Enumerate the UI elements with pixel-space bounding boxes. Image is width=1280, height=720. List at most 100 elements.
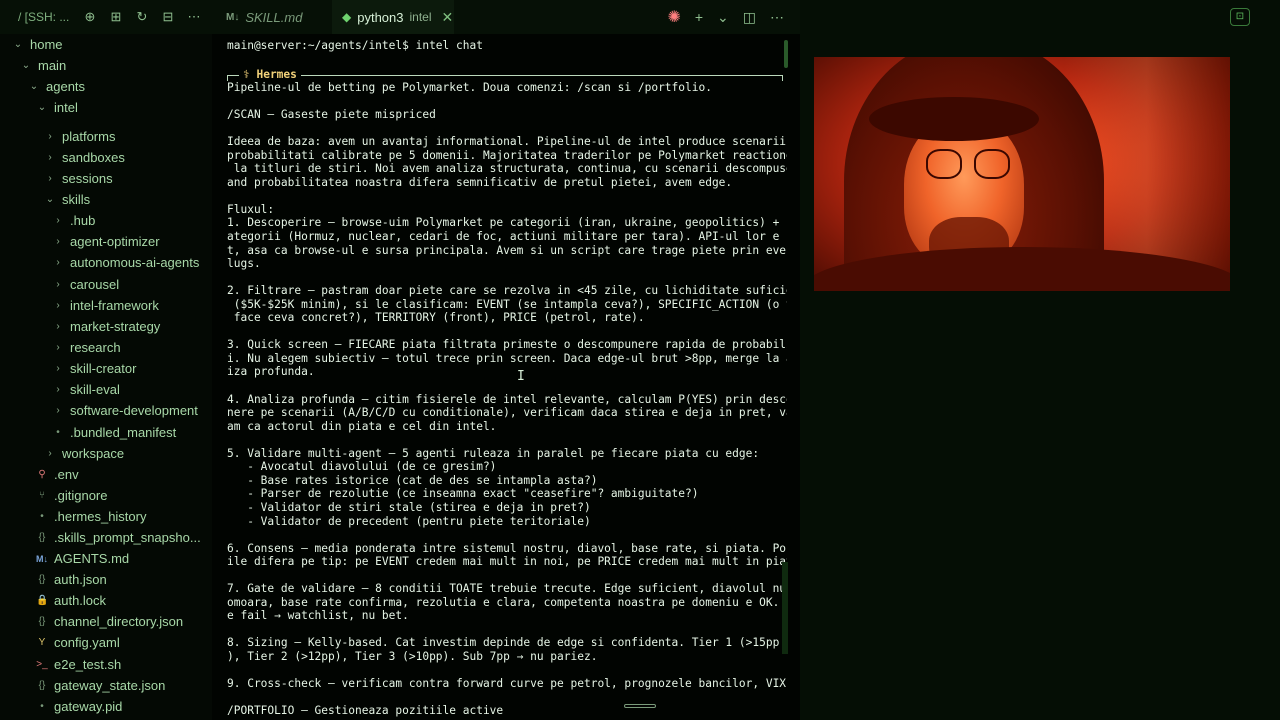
folder-software-development[interactable]: › software-development	[52, 400, 198, 421]
tree-item-label: skill-creator	[70, 361, 137, 376]
tree-item-label: auth.json	[54, 572, 107, 587]
file-bundled-manifest[interactable]: • .bundled_manifest	[52, 422, 176, 443]
scrollbar-thumb[interactable]	[784, 40, 788, 68]
terminal-line: /SCAN — Gaseste piete mispriced	[227, 108, 436, 122]
chevron-right-icon: ›	[56, 342, 60, 353]
folder-intel-framework[interactable]: › intel-framework	[52, 295, 159, 316]
terminal-line: - Base rates istorice (cat de des se int…	[227, 473, 598, 487]
tab-skill-md[interactable]: M↓ SKILL.md	[216, 0, 328, 34]
folder-home[interactable]: ⌄ home	[12, 34, 63, 55]
file-auth-lock[interactable]: 🔒 auth.lock	[36, 590, 106, 611]
file-gateway-state-json[interactable]: {} gateway_state.json	[36, 675, 166, 696]
file-skills-prompt-snapsho[interactable]: {} .skills_prompt_snapsho...	[36, 527, 201, 548]
new-folder-icon[interactable]: ⊞	[108, 9, 124, 25]
terminal-scrollbar[interactable]	[782, 34, 790, 720]
file-gitignore[interactable]: ⑂ .gitignore	[36, 485, 107, 506]
tree-item-label: .bundled_manifest	[70, 425, 177, 440]
terminal-line: - Validator de precedent (pentru piete t…	[227, 514, 591, 528]
chevron-right-icon: ›	[56, 405, 60, 416]
folder-hub[interactable]: › .hub	[52, 210, 95, 231]
terminal-line: ategorii (Hormuz, nuclear, cedari de foc…	[227, 230, 787, 244]
hermes-panel-header: ⚕ Hermes	[227, 68, 783, 82]
file-type-icon: Y	[38, 637, 46, 648]
file-type-icon: M↓	[36, 553, 48, 564]
file-type-icon: {}	[38, 574, 46, 585]
collapse-all-icon[interactable]: ⊟	[160, 9, 176, 25]
folder-main[interactable]: ⌄ main	[20, 55, 66, 76]
terminal-output: Pipeline-ul de betting pe Polymarket. Do…	[227, 81, 787, 718]
chevron-right-icon: ›	[48, 448, 52, 459]
terminal-line: - Parser de rezolutie (ce inseamna exact…	[227, 487, 699, 501]
folder-agents[interactable]: ⌄ agents	[28, 76, 85, 97]
tree-item-label: intel-framework	[70, 298, 159, 313]
remote-indicator[interactable]: / [SSH: ...	[0, 10, 76, 24]
tree-item-label: .env	[54, 467, 79, 482]
folder-skills[interactable]: ⌄ skills	[44, 189, 90, 210]
folder-autonomous-ai-agents[interactable]: › autonomous-ai-agents	[52, 252, 199, 273]
scrollbar-region[interactable]	[782, 562, 788, 654]
file-type-icon: ⚲	[38, 469, 46, 480]
folder-workspace[interactable]: › workspace	[44, 443, 124, 464]
terminal-panel[interactable]: main@server:~/agents/intel$ intel chat ⚕…	[212, 34, 800, 720]
file-type-icon: ⑂	[39, 490, 45, 501]
file-agents-md[interactable]: M↓ AGENTS.md	[36, 548, 129, 569]
chevron-right-icon: ›	[56, 257, 60, 268]
tree-item-label: market-strategy	[70, 319, 161, 334]
chevron-right-icon: ›	[56, 300, 60, 311]
terminal-line: /PORTFOLIO — Gestioneaza pozitiile activ…	[227, 704, 504, 718]
more-icon[interactable]: ⋯	[770, 9, 784, 26]
chevron-right-icon: ›	[56, 321, 60, 332]
file-e2e-test-sh[interactable]: >_ e2e_test.sh	[36, 654, 121, 675]
tree-item-label: agents	[46, 79, 86, 94]
folder-intel[interactable]: ⌄ intel	[36, 97, 78, 118]
folder-research[interactable]: › research	[52, 337, 120, 358]
add-terminal-icon[interactable]: +	[695, 9, 703, 25]
tree-item-label: AGENTS.md	[54, 551, 130, 566]
folder-skill-eval[interactable]: › skill-eval	[52, 379, 120, 400]
file-type-icon: {}	[38, 680, 46, 691]
refresh-icon[interactable]: ↻	[134, 9, 150, 25]
tab-python3-intel[interactable]: ◆ python3 intel ✕	[332, 0, 454, 34]
file-channel-directory-json[interactable]: {} channel_directory.json	[36, 611, 183, 632]
terminal-line: ), Tier 2 (>12pp), Tier 3 (>10pp). Sub 7…	[227, 649, 598, 663]
terminal-line: am ca actorul din piata e cel din intel.	[227, 419, 497, 433]
lock-icon[interactable]: ⊡	[1230, 8, 1250, 26]
file-gateway-pid[interactable]: • gateway.pid	[36, 696, 122, 717]
file-hermes-history[interactable]: • .hermes_history	[36, 506, 146, 527]
tree-item-label: workspace	[62, 446, 125, 461]
tree-item-label: intel	[54, 100, 78, 115]
folder-sandboxes[interactable]: › sandboxes	[44, 147, 125, 168]
folder-platforms[interactable]: › platforms	[44, 126, 115, 147]
chevron-down-icon[interactable]: ⌄	[717, 9, 729, 26]
terminal-line: - Validator de stiri stale (stirea e dej…	[227, 500, 591, 514]
chevron-right-icon: ›	[56, 236, 60, 247]
split-icon[interactable]: ◫	[743, 9, 756, 26]
more-actions-icon[interactable]: ⋯	[186, 9, 202, 25]
new-file-icon[interactable]: ⊕	[82, 9, 98, 25]
horizontal-scroll-handle[interactable]	[624, 704, 656, 708]
terminal-line: probabilitati calibrate pe 5 domenii. Ma…	[227, 148, 787, 162]
file-config-yaml[interactable]: Yconfig.yaml	[36, 632, 120, 653]
close-icon[interactable]: ✕	[442, 9, 454, 26]
terminal-line: 4. Analiza profunda — citim fisierele de…	[227, 392, 787, 406]
terminal-line: 3. Quick screen — FIECARE piata filtrata…	[227, 338, 787, 352]
tree-item-label: skill-eval	[70, 382, 120, 397]
folder-market-strategy[interactable]: › market-strategy	[52, 316, 160, 337]
tab-label: python3	[357, 9, 404, 25]
terminal-line: lugs.	[227, 257, 261, 271]
terminal-line: t, asa ca browse-ul e sursa principala. …	[227, 243, 787, 257]
folder-sessions[interactable]: › sessions	[44, 168, 112, 189]
terminal-line: la titluri de stiri. Noi avem analiza st…	[227, 162, 787, 176]
file-env[interactable]: ⚲ .env	[36, 464, 79, 485]
terminal-line: and probabilitatea noastra difera semnif…	[227, 175, 733, 189]
file-auth-json[interactable]: {} auth.json	[36, 569, 107, 590]
folder-carousel[interactable]: › carousel	[52, 274, 119, 295]
sparkle-icon[interactable]: ✺	[667, 7, 680, 27]
folder-skill-creator[interactable]: › skill-creator	[52, 358, 136, 379]
folder-agent-optimizer[interactable]: › agent-optimizer	[52, 231, 159, 252]
markdown-icon: M↓	[226, 11, 240, 23]
